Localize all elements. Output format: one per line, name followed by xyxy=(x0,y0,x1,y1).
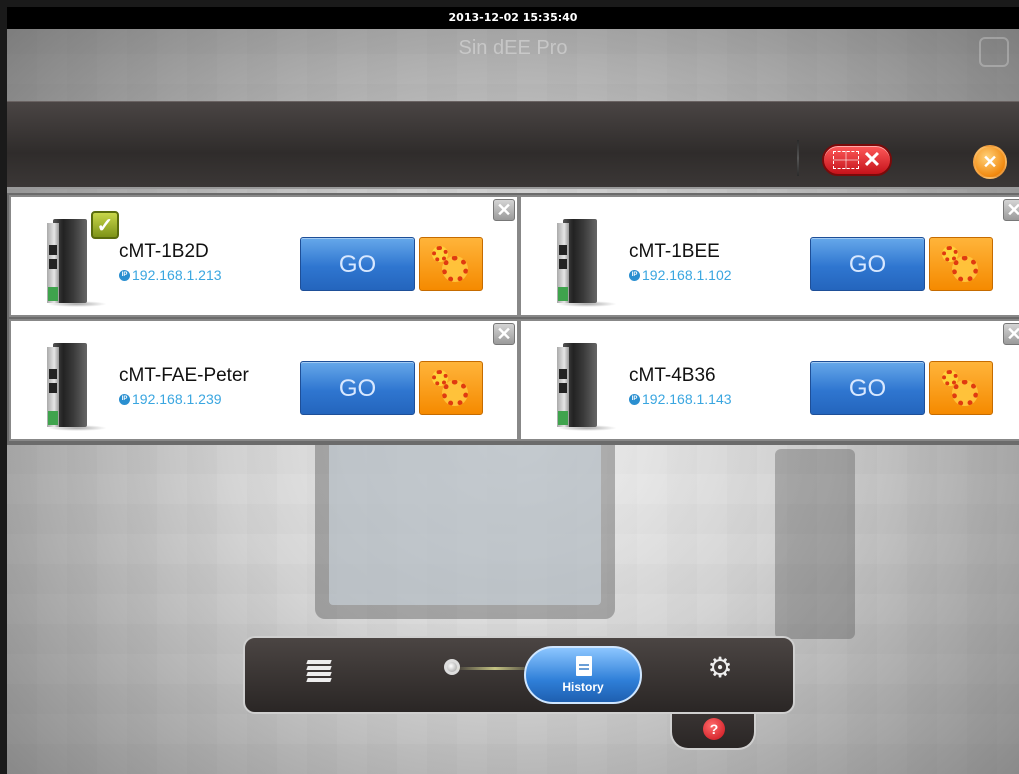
device-settings-button[interactable] xyxy=(929,237,993,291)
remove-device-button[interactable]: ✕ xyxy=(1003,199,1019,221)
device-ip: IP 192.168.1.239 xyxy=(119,391,222,407)
go-button[interactable]: GO xyxy=(300,237,415,291)
background-panel-screen xyxy=(329,439,601,605)
status-datetime: 2013-12-02 15:35:40 xyxy=(448,11,578,24)
ip-icon: IP xyxy=(119,269,130,281)
ip-icon: IP xyxy=(629,269,640,281)
device-card[interactable]: cMT-4B36 IP 192.168.1.143 GO ✕ xyxy=(519,319,1019,441)
selected-check-icon: ✓ xyxy=(91,211,119,239)
go-button[interactable]: GO xyxy=(300,361,415,415)
device-card[interactable]: cMT-FAE-Peter IP 192.168.1.239 GO ✕ xyxy=(9,319,519,441)
history-icon xyxy=(576,656,592,676)
device-settings-button[interactable] xyxy=(419,237,483,291)
device-name: cMT-FAE-Peter xyxy=(119,365,249,386)
delete-x-icon: ✕ xyxy=(862,147,882,172)
device-image xyxy=(47,343,107,431)
device-ip-text: 192.168.1.143 xyxy=(642,391,732,407)
gear-icon[interactable]: ⚙ xyxy=(703,650,737,684)
background-corner-icon xyxy=(979,37,1009,67)
go-button[interactable]: GO xyxy=(810,237,925,291)
device-name: cMT-4B36 xyxy=(629,365,716,386)
history-label: History xyxy=(562,680,604,694)
device-ip: IP 192.168.1.102 xyxy=(629,267,732,283)
device-image xyxy=(47,219,107,307)
header-bar: ✕ ✕ xyxy=(7,101,1019,189)
remove-device-button[interactable]: ✕ xyxy=(493,323,515,345)
device-list: ✓ cMT-1B2D IP 192.168.1.213 GO ✕ cMT-1BE… xyxy=(7,193,1019,445)
go-button[interactable]: GO xyxy=(810,361,925,415)
device-ip: IP 192.168.1.213 xyxy=(119,267,222,283)
device-settings-button[interactable] xyxy=(929,361,993,415)
ip-icon: IP xyxy=(119,393,130,405)
stack-icon[interactable] xyxy=(303,654,337,688)
device-ip-text: 192.168.1.102 xyxy=(642,267,732,283)
device-ip: IP 192.168.1.143 xyxy=(629,391,732,407)
device-name: cMT-1B2D xyxy=(119,241,209,262)
delete-all-icon xyxy=(832,151,859,169)
help-icon[interactable]: ? xyxy=(703,718,725,740)
ip-icon: IP xyxy=(629,393,640,405)
close-icon: ✕ xyxy=(982,151,998,172)
help-tab: ? xyxy=(670,710,756,750)
history-button[interactable]: History xyxy=(524,646,642,704)
background-title: Sin dEE Pro xyxy=(458,37,568,59)
device-ip-text: 192.168.1.239 xyxy=(132,391,222,407)
toolbar-glow xyxy=(455,667,535,670)
status-bar: 2013-12-02 15:35:40 xyxy=(7,7,1019,29)
device-image xyxy=(557,219,617,307)
device-ip-text: 192.168.1.213 xyxy=(132,267,222,283)
delete-all-button[interactable]: ✕ xyxy=(822,144,892,176)
device-card[interactable]: ✓ cMT-1B2D IP 192.168.1.213 GO ✕ xyxy=(9,195,519,317)
device-card[interactable]: cMT-1BEE IP 192.168.1.102 GO ✕ xyxy=(519,195,1019,317)
remove-device-button[interactable]: ✕ xyxy=(493,199,515,221)
background-device-image xyxy=(775,449,855,639)
bottom-toolbar: History ⚙ xyxy=(243,636,795,714)
background-panel-image xyxy=(315,429,615,619)
device-image xyxy=(557,343,617,431)
header-divider xyxy=(797,140,799,176)
close-button[interactable]: ✕ xyxy=(973,145,1007,179)
remove-device-button[interactable]: ✕ xyxy=(1003,323,1019,345)
device-settings-button[interactable] xyxy=(419,361,483,415)
device-name: cMT-1BEE xyxy=(629,241,720,262)
